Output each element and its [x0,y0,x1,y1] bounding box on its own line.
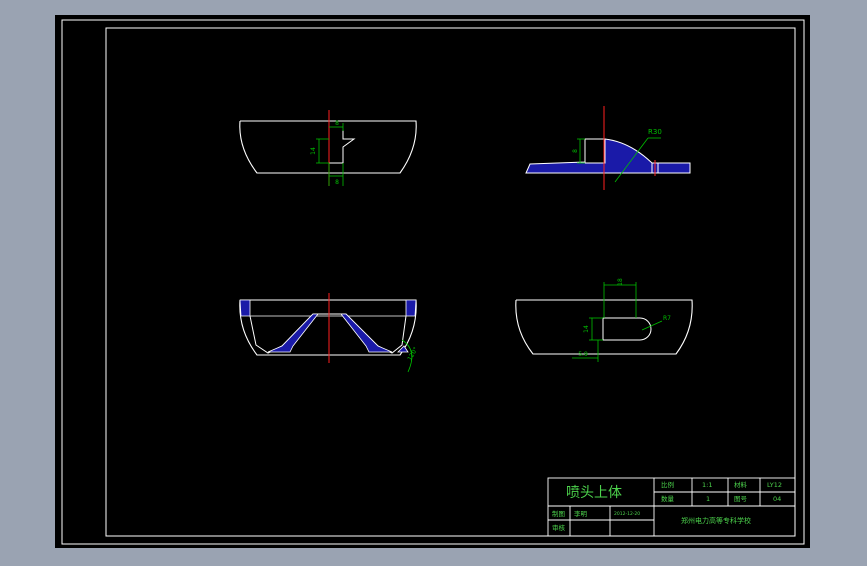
dim-radius-label: R7 [663,315,671,322]
drawing-no-value: 04 [773,495,781,503]
drawing-canvas: 8 14 8 8 R30 120° 18 14 5.9 R7 喷头上体 比例 1… [55,15,810,548]
cad-viewport[interactable]: 8 14 8 8 R30 120° 18 14 5.9 R7 喷头上体 比例 1… [0,0,867,562]
dim-height-label: 8 [572,149,579,153]
material-label: 材料 [734,480,748,489]
school-name: 郑州电力高等专科学校 [681,516,751,525]
dim-radius-label: R30 [648,128,662,136]
date-value: 2012-12-20 [614,511,640,517]
dim-bottom-label: 8 [335,179,339,186]
dim-height-label: 14 [310,147,317,155]
quantity-label: 数量 [661,494,675,503]
dim-offset-label: 5.9 [578,351,588,358]
dim-height-label: 14 [583,325,590,333]
dim-width-label: 8 [335,120,339,127]
scale-value: 1:1 [702,481,712,489]
material-value: LY12 [767,481,782,489]
dim-width-label: 18 [617,278,624,286]
drawn-label: 制图 [552,509,565,518]
quantity-value: 1 [706,495,710,503]
drawing-no-label: 图号 [734,495,748,503]
scale-label: 比例 [661,480,674,489]
drawing-sheet [55,15,810,548]
designer-name: 李明 [574,509,588,518]
part-name: 喷头上体 [566,485,622,501]
review-label: 审核 [552,523,566,532]
